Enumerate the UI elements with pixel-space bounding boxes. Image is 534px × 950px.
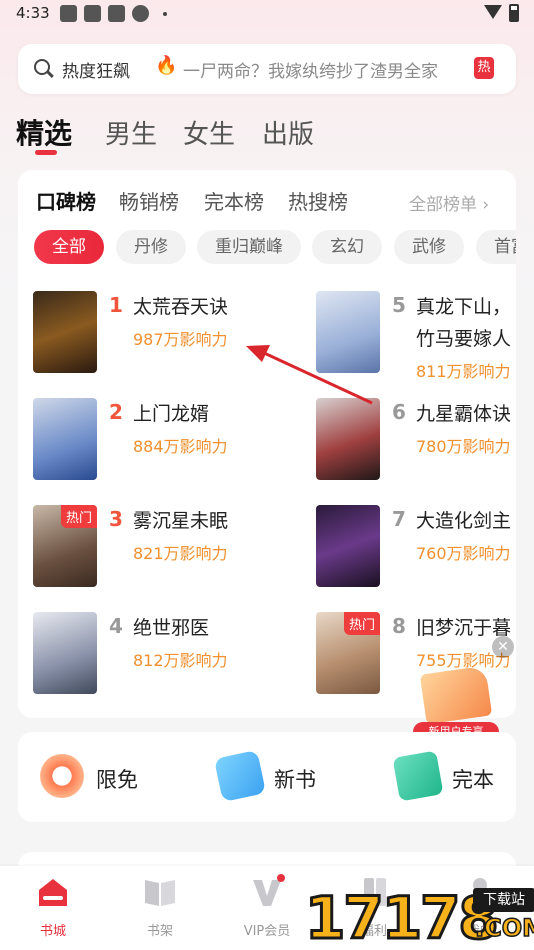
vip-icon (253, 874, 285, 906)
close-icon[interactable]: ✕ (492, 636, 514, 658)
entry-label: 完本 (452, 768, 494, 792)
open-book-icon (419, 665, 493, 725)
nav-label: 书城 (39, 924, 66, 939)
entry-label: 新书 (274, 768, 316, 792)
quick-entries: 限免 新书 完本 (18, 732, 516, 822)
store-icon (39, 879, 67, 906)
nav-vip[interactable]: VIP会员 (227, 874, 307, 944)
watermark-domain: .COM (474, 913, 534, 943)
book-icon (392, 750, 444, 802)
new-tag-icon (213, 749, 267, 803)
site-watermark: 17178 下载站 .COM (304, 883, 534, 950)
nav-label: 书架 (146, 924, 173, 939)
watermark-number: 17178 (304, 883, 501, 950)
entry-label: 限免 (96, 768, 138, 792)
open-book-icon (145, 880, 175, 906)
nav-label: VIP会员 (243, 924, 291, 939)
nav-bookstore[interactable]: 书城 (13, 874, 93, 944)
nav-bookshelf[interactable]: 书架 (120, 874, 200, 944)
watermark-site: 下载站 (473, 888, 534, 912)
stopwatch-icon (40, 754, 84, 798)
